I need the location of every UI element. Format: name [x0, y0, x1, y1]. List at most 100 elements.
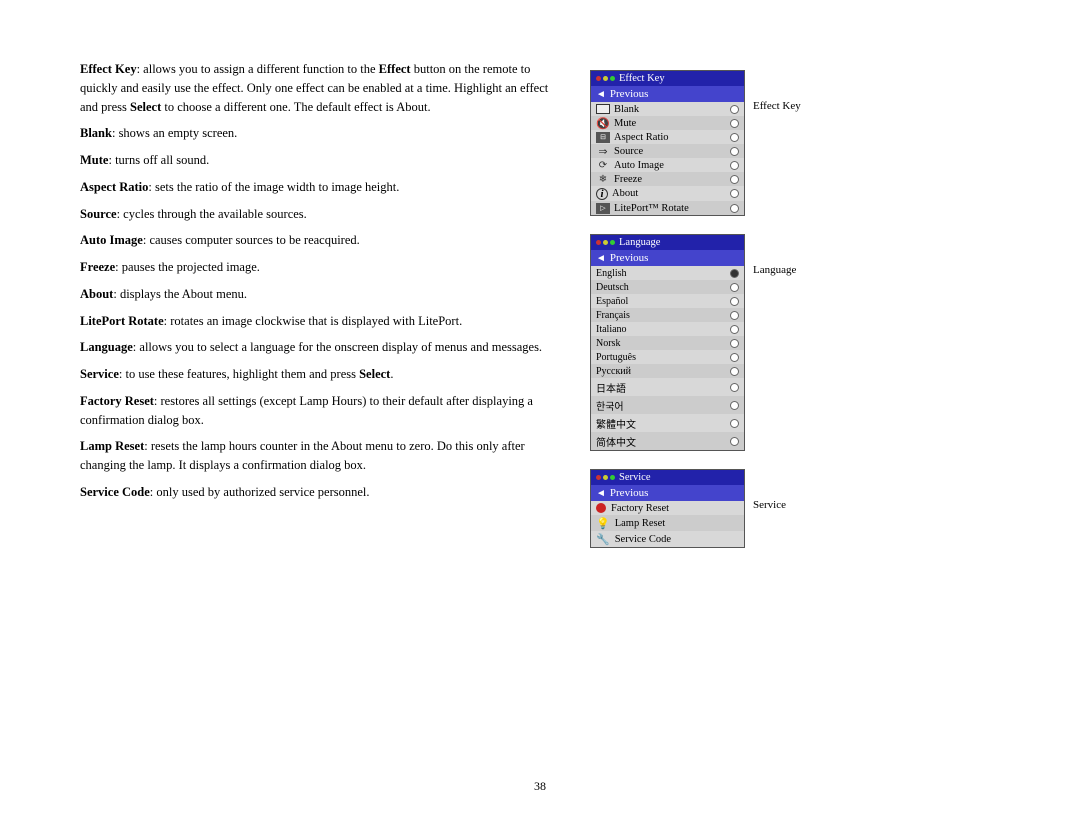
language-previous-label: Previous: [610, 252, 649, 264]
freeze-radio[interactable]: [730, 175, 739, 184]
blank-radio[interactable]: [730, 105, 739, 114]
portugues-label: Português: [596, 352, 636, 363]
content-area: Effect Key: allows you to assign a diffe…: [80, 60, 1000, 759]
effect-key-liteport-row[interactable]: ▷ LitePort™ Rotate: [591, 201, 744, 215]
source-radio[interactable]: [730, 147, 739, 156]
auto-radio[interactable]: [730, 161, 739, 170]
liteport-label: LitePort™ Rotate: [614, 203, 689, 214]
lang-simp-chinese-row[interactable]: 简体中文: [591, 432, 744, 450]
source-label: Source: [614, 146, 643, 157]
effect-key-side-label: Effect Key: [753, 70, 808, 112]
about-radio[interactable]: [730, 189, 739, 198]
dot-1: [596, 76, 601, 81]
lang-dots: [596, 240, 615, 245]
mute-icon: 🔇: [596, 118, 610, 129]
service-side-label: Service: [753, 469, 808, 511]
language-title-bar: Language: [591, 235, 744, 250]
trad-chinese-radio[interactable]: [730, 419, 739, 428]
effect-key-title-bar: Effect Key: [591, 71, 744, 86]
service-previous-label: Previous: [610, 487, 649, 499]
freeze-icon: ❄: [596, 174, 610, 185]
lang-korean-row[interactable]: 한국어: [591, 396, 744, 414]
lang-back-arrow-icon: ◄: [596, 253, 606, 264]
service-paragraph: Service: to use these features, highligh…: [80, 365, 560, 384]
auto-image-icon: ⟳: [596, 160, 610, 171]
aspect-ratio-label: Aspect Ratio: [614, 132, 669, 143]
effect-key-previous-row[interactable]: ◄ Previous: [591, 86, 744, 102]
simp-chinese-label: 简体中文: [596, 434, 636, 449]
francais-radio[interactable]: [730, 311, 739, 320]
language-title: Language: [619, 237, 660, 248]
source-icon: ⇒: [596, 146, 610, 157]
about-info-icon: i: [596, 188, 608, 200]
language-previous-row[interactable]: ◄ Previous: [591, 250, 744, 266]
lang-english-row[interactable]: English: [591, 266, 744, 280]
factory-reset-row[interactable]: Factory Reset: [591, 501, 744, 515]
italiano-label: Italiano: [596, 324, 627, 335]
deutsch-radio[interactable]: [730, 283, 739, 292]
effect-key-auto-row[interactable]: ⟳ Auto Image: [591, 158, 744, 172]
effect-key-source-row[interactable]: ⇒ Source: [591, 144, 744, 158]
aspect-paragraph: Aspect Ratio: sets the ratio of the imag…: [80, 178, 560, 197]
norsk-label: Norsk: [596, 338, 620, 349]
effect-key-title: Effect Key: [619, 73, 665, 84]
page-number: 38: [80, 779, 1000, 794]
left-text: Effect Key: allows you to assign a diffe…: [80, 60, 560, 759]
espanol-label: Español: [596, 296, 628, 307]
factory-reset-label: Factory Reset: [611, 503, 669, 514]
aspect-radio[interactable]: [730, 133, 739, 142]
factory-reset-paragraph: Factory Reset: restores all settings (ex…: [80, 392, 560, 430]
lang-francais-row[interactable]: Français: [591, 308, 744, 322]
japanese-radio[interactable]: [730, 383, 739, 392]
blank-label: Blank: [614, 104, 639, 115]
lang-russian-row[interactable]: Русский: [591, 364, 744, 378]
lang-dot-2: [603, 240, 608, 245]
lamp-reset-label: Lamp Reset: [615, 518, 665, 529]
lamp-reset-icon: 💡: [596, 517, 610, 530]
english-radio[interactable]: [730, 269, 739, 278]
lang-deutsch-row[interactable]: Deutsch: [591, 280, 744, 294]
language-side-label: Language: [753, 234, 808, 276]
effect-key-freeze-row[interactable]: ❄ Freeze: [591, 172, 744, 186]
language-group: Language ◄ Previous English Deutsch: [590, 234, 890, 451]
liteport-radio[interactable]: [730, 204, 739, 213]
korean-radio[interactable]: [730, 401, 739, 410]
aspect-ratio-icon: ⊟: [596, 132, 610, 143]
lang-trad-chinese-row[interactable]: 繁體中文: [591, 414, 744, 432]
lang-norsk-row[interactable]: Norsk: [591, 336, 744, 350]
francais-label: Français: [596, 310, 630, 321]
russian-radio[interactable]: [730, 367, 739, 376]
italiano-radio[interactable]: [730, 325, 739, 334]
service-dot-3: [610, 475, 615, 480]
effect-key-blank-row[interactable]: Blank: [591, 102, 744, 116]
effect-key-group: Effect Key ◄ Previous Blank: [590, 70, 890, 216]
effect-key-about-row[interactable]: i About: [591, 186, 744, 201]
service-code-label: Service Code: [615, 534, 671, 545]
mute-radio[interactable]: [730, 119, 739, 128]
norsk-radio[interactable]: [730, 339, 739, 348]
blank-paragraph: Blank: shows an empty screen.: [80, 124, 560, 143]
service-back-arrow-icon: ◄: [596, 488, 606, 499]
effect-key-previous-label: Previous: [610, 88, 649, 100]
lang-dot-1: [596, 240, 601, 245]
right-menus: Effect Key ◄ Previous Blank: [590, 60, 890, 759]
lang-dot-3: [610, 240, 615, 245]
effect-key-menu: Effect Key ◄ Previous Blank: [590, 70, 745, 216]
portugues-radio[interactable]: [730, 353, 739, 362]
lamp-reset-row[interactable]: 💡 Lamp Reset: [591, 515, 744, 531]
lang-japanese-row[interactable]: 日本語: [591, 378, 744, 396]
service-code-row[interactable]: 🔧 Service Code: [591, 531, 744, 547]
russian-label: Русский: [596, 366, 631, 377]
lang-espanol-row[interactable]: Español: [591, 294, 744, 308]
source-paragraph: Source: cycles through the available sou…: [80, 205, 560, 224]
lang-italiano-row[interactable]: Italiano: [591, 322, 744, 336]
effect-key-mute-row[interactable]: 🔇 Mute: [591, 116, 744, 130]
mute-label: Mute: [614, 118, 636, 129]
service-previous-row[interactable]: ◄ Previous: [591, 485, 744, 501]
espanol-radio[interactable]: [730, 297, 739, 306]
lang-portugues-row[interactable]: Português: [591, 350, 744, 364]
about-label: About: [612, 188, 638, 199]
effect-key-aspect-row[interactable]: ⊟ Aspect Ratio: [591, 130, 744, 144]
simp-chinese-radio[interactable]: [730, 437, 739, 446]
language-menu: Language ◄ Previous English Deutsch: [590, 234, 745, 451]
